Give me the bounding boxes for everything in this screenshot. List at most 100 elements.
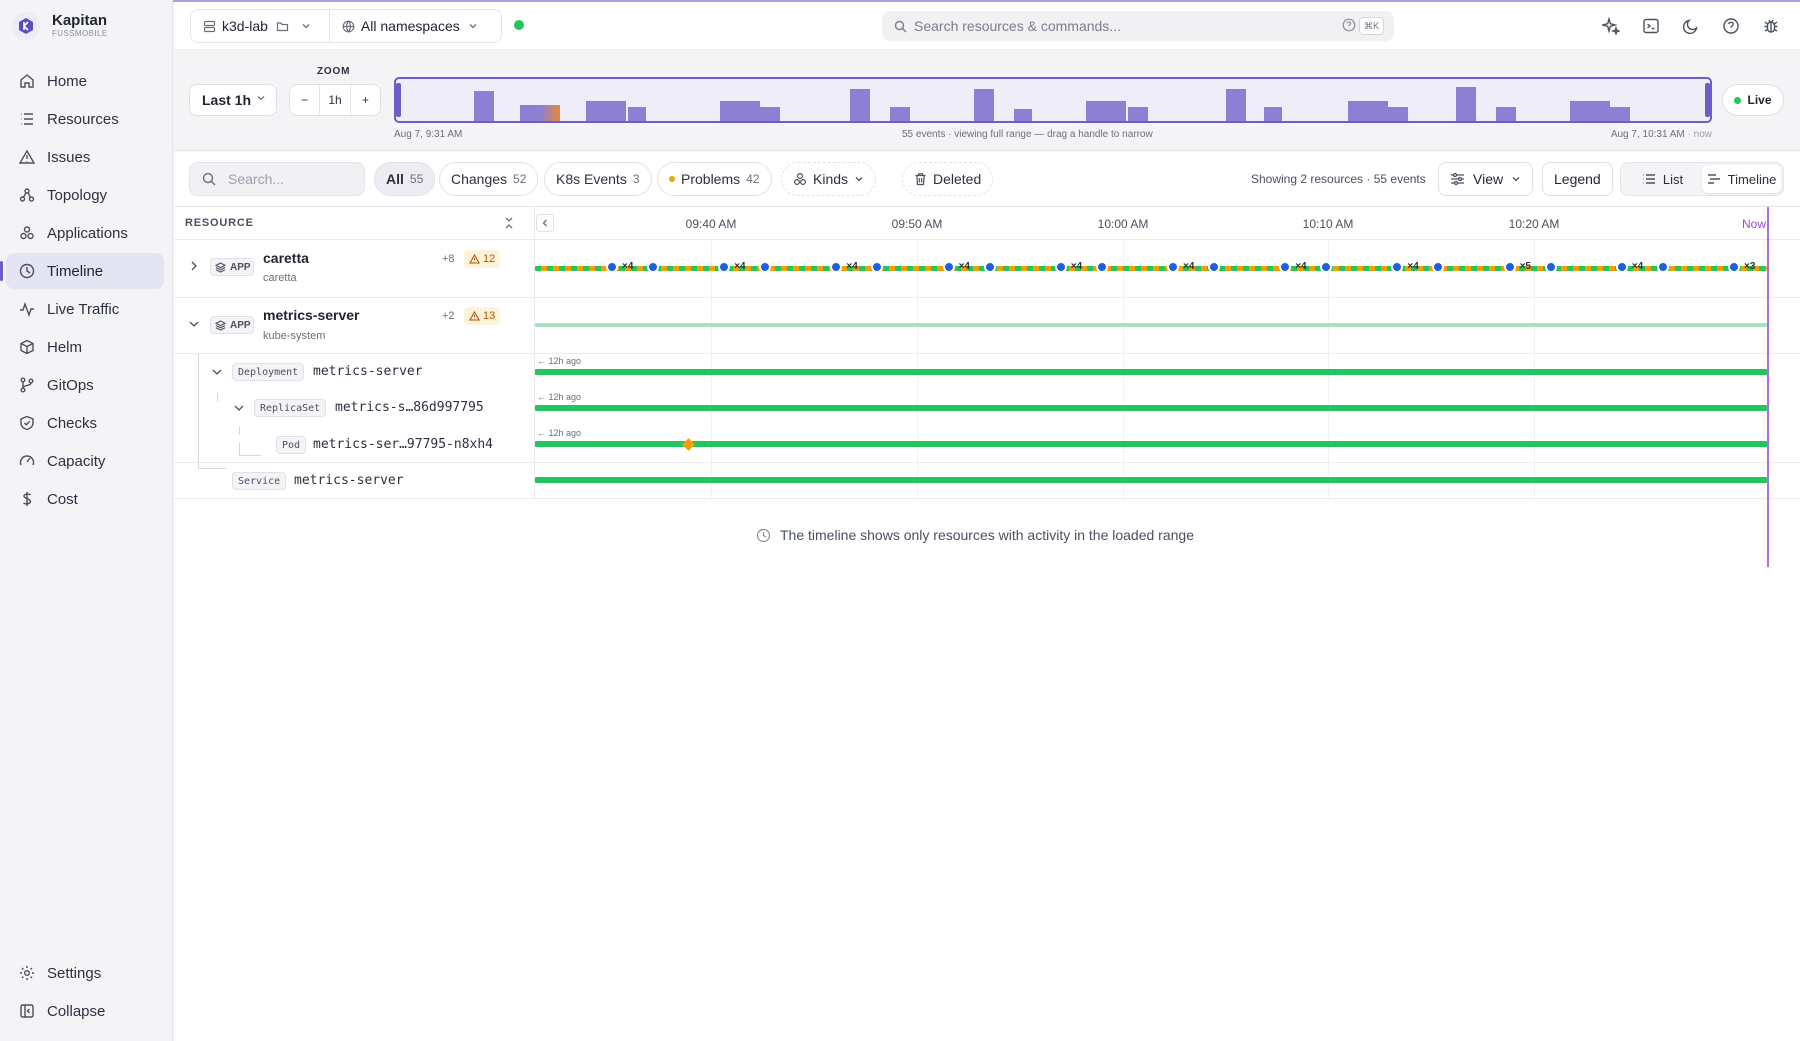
event-marker[interactable] bbox=[1544, 261, 1557, 273]
event-marker[interactable] bbox=[647, 261, 659, 273]
event-marker[interactable] bbox=[759, 261, 772, 273]
event-marker[interactable] bbox=[1391, 261, 1404, 273]
child-row-deployment[interactable]: Deployment metrics-server ← 12h ago bbox=[174, 354, 1800, 390]
sidebar-item-home[interactable]: Home bbox=[6, 63, 164, 99]
cluster-selector[interactable]: k3d-lab bbox=[191, 10, 329, 42]
event-marker[interactable] bbox=[1615, 261, 1628, 273]
timeline-view-button[interactable]: Timeline bbox=[1702, 165, 1781, 193]
resource-name[interactable]: metrics-server bbox=[313, 364, 423, 379]
event-marker[interactable] bbox=[1320, 261, 1333, 273]
zoom-label: ZOOM bbox=[317, 66, 351, 77]
app-name[interactable]: metrics-server bbox=[263, 307, 360, 323]
collapse-all-icon[interactable] bbox=[503, 216, 515, 230]
event-marker[interactable] bbox=[871, 261, 884, 273]
search-icon bbox=[202, 172, 216, 186]
event-marker[interactable] bbox=[1095, 261, 1108, 273]
help-icon[interactable] bbox=[1720, 15, 1742, 37]
history-indicator: ← 12h ago bbox=[537, 356, 582, 366]
event-marker[interactable] bbox=[1656, 261, 1669, 273]
sidebar-item-topology[interactable]: Topology bbox=[6, 177, 164, 213]
resource-name[interactable]: metrics-server bbox=[294, 473, 404, 488]
view-options-button[interactable]: View bbox=[1438, 162, 1533, 196]
legend-button[interactable]: Legend bbox=[1542, 162, 1613, 196]
service-track[interactable] bbox=[535, 477, 1767, 483]
event-marker[interactable] bbox=[1728, 261, 1740, 273]
histogram-bar bbox=[628, 107, 646, 121]
list-view-button[interactable]: List bbox=[1623, 165, 1702, 193]
event-marker[interactable] bbox=[830, 261, 843, 273]
app-name[interactable]: caretta bbox=[263, 250, 309, 266]
event-marker[interactable] bbox=[1503, 261, 1516, 273]
moon-icon[interactable] bbox=[1680, 15, 1702, 37]
sidebar-item-settings[interactable]: Settings bbox=[6, 955, 164, 991]
kinds-filter[interactable]: Kinds bbox=[781, 162, 877, 196]
event-marker[interactable] bbox=[718, 261, 731, 273]
event-count-label: ×3 bbox=[1744, 261, 1756, 272]
app-row-caretta[interactable]: APP caretta caretta +8 12 ×4 ×4 ×4 ×4 ×4 ×4 ×4… bbox=[174, 240, 1800, 298]
sidebar-item-resources[interactable]: Resources bbox=[6, 101, 164, 137]
namespace-selector[interactable]: All namespaces bbox=[328, 10, 501, 42]
sidebar-bottom: Settings Collapse bbox=[6, 955, 164, 1031]
timeline-table: RESOURCE 09:40 AM 09:50 AM 10:00 AM 10:1… bbox=[174, 206, 1800, 1041]
sidebar-item-cost[interactable]: Cost bbox=[6, 481, 164, 517]
pod-track[interactable] bbox=[535, 441, 1767, 447]
server-icon bbox=[203, 20, 216, 33]
terminal-icon[interactable] bbox=[1640, 15, 1662, 37]
chevron-down-icon[interactable] bbox=[188, 319, 200, 329]
filter-chip-changes[interactable]: Changes 52 bbox=[439, 162, 539, 196]
event-marker[interactable] bbox=[1432, 261, 1445, 273]
app-row-metrics-server[interactable]: APP metrics-server kube-system +2 13 bbox=[174, 298, 1800, 354]
sidebar-item-checks[interactable]: Checks bbox=[6, 405, 164, 441]
range-handle-start[interactable] bbox=[396, 83, 401, 117]
sidebar-item-helm[interactable]: Helm bbox=[6, 329, 164, 365]
deployment-track[interactable] bbox=[535, 369, 1767, 375]
deleted-filter[interactable]: Deleted bbox=[902, 162, 994, 196]
sidebar-item-applications[interactable]: Applications bbox=[6, 215, 164, 251]
cluster-name: k3d-lab bbox=[222, 18, 268, 34]
chevron-down-icon[interactable] bbox=[233, 403, 245, 413]
resource-name[interactable]: metrics-s…86d997795 bbox=[335, 400, 484, 415]
child-row-replicaset[interactable]: ReplicaSet metrics-s…86d997795 ← 12h ago bbox=[174, 390, 1800, 426]
git-branch-icon bbox=[18, 376, 36, 394]
child-row-pod[interactable]: Pod metrics-ser…97795-n8xh4 ← 12h ago bbox=[174, 426, 1800, 463]
time-range-selector[interactable]: Last 1h bbox=[189, 84, 277, 116]
event-marker[interactable] bbox=[1054, 261, 1067, 273]
scroll-left-button[interactable] bbox=[536, 214, 554, 232]
event-count-label: ×4 bbox=[1631, 261, 1644, 272]
sidebar-item-timeline[interactable]: Timeline bbox=[0, 253, 164, 289]
resource-search-input[interactable]: Search... bbox=[189, 162, 365, 196]
filter-chip-problems[interactable]: Problems 42 bbox=[657, 162, 772, 196]
event-marker[interactable] bbox=[942, 261, 955, 273]
bug-icon[interactable] bbox=[1760, 15, 1782, 37]
event-marker[interactable] bbox=[983, 261, 996, 273]
sidebar-item-capacity[interactable]: Capacity bbox=[6, 443, 164, 479]
command-search[interactable]: Search resources & commands... ⌘K bbox=[882, 11, 1394, 41]
event-marker[interactable] bbox=[1208, 261, 1220, 273]
histogram-bar bbox=[520, 105, 540, 121]
event-marker[interactable] bbox=[1167, 261, 1179, 273]
metrics-server-app-track[interactable] bbox=[535, 323, 1767, 327]
sidebar-item-gitops[interactable]: GitOps bbox=[6, 367, 164, 403]
app-namespace: caretta bbox=[263, 272, 297, 284]
event-marker[interactable] bbox=[1279, 261, 1292, 273]
event-histogram[interactable] bbox=[394, 77, 1712, 123]
sidebar-item-collapse[interactable]: Collapse bbox=[6, 993, 164, 1029]
live-button[interactable]: Live bbox=[1722, 84, 1784, 116]
event-marker[interactable] bbox=[606, 261, 618, 273]
replicaset-track[interactable] bbox=[535, 405, 1767, 411]
chevron-down-icon[interactable] bbox=[211, 367, 223, 377]
sidebar-item-issues[interactable]: Issues bbox=[6, 139, 164, 175]
resource-name[interactable]: metrics-ser…97795-n8xh4 bbox=[313, 437, 493, 452]
zoom-in-button[interactable]: + bbox=[349, 85, 380, 115]
filter-chip-k8s-events[interactable]: K8s Events 3 bbox=[544, 162, 652, 196]
range-handle-end[interactable] bbox=[1705, 83, 1710, 117]
filter-chip-all[interactable]: All 55 bbox=[374, 162, 436, 196]
help-circle-icon[interactable] bbox=[1342, 18, 1356, 32]
resource-column-header: RESOURCE bbox=[185, 217, 254, 229]
sidebar-item-live-traffic[interactable]: Live Traffic bbox=[6, 291, 164, 327]
sparkles-icon[interactable] bbox=[1600, 15, 1622, 37]
brand[interactable]: Kapitan FUSSMOBILE bbox=[12, 12, 108, 40]
child-row-service[interactable]: Service metrics-server bbox=[174, 463, 1800, 499]
zoom-out-button[interactable]: − bbox=[290, 85, 319, 115]
chevron-right-icon[interactable] bbox=[189, 260, 199, 272]
